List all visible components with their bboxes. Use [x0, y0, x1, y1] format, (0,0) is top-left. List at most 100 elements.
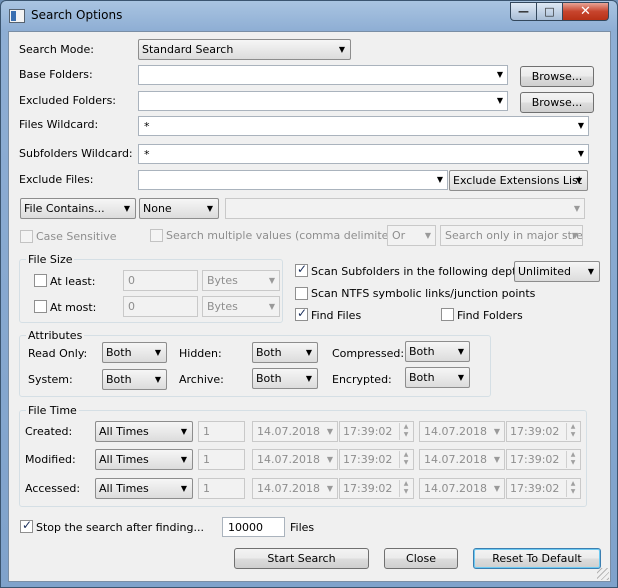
start-search-button[interactable]: Start Search: [234, 548, 369, 569]
spinner-arrows-icon[interactable]: ▲ ▼: [399, 451, 412, 468]
case-sensitive-checkbox[interactable]: [20, 230, 33, 243]
window-title: Search Options: [31, 8, 123, 22]
chevron-down-icon: ▼: [180, 427, 187, 436]
chevron-down-icon: ▼: [154, 348, 161, 357]
reset-to-default-button[interactable]: Reset To Default: [473, 548, 601, 569]
time-mode-select[interactable]: All Times ▼: [95, 478, 193, 499]
hidden-select[interactable]: Both ▼: [252, 342, 318, 363]
spinner-arrows-icon[interactable]: ▲ ▼: [566, 451, 579, 468]
excluded-folders-input[interactable]: ▼: [138, 91, 508, 111]
content-type-value: None: [143, 202, 172, 215]
time-to-spinner[interactable]: 17:39:02 ▲ ▼: [506, 478, 581, 499]
chevron-down-icon[interactable]: ▼: [578, 149, 584, 158]
stop-after-checkbox[interactable]: ✓: [20, 518, 33, 533]
time-mode-value: All Times: [99, 482, 149, 495]
stop-after-count-input[interactable]: 10000: [222, 517, 285, 537]
date-from-picker[interactable]: 14.07.2018 ▼: [252, 478, 338, 499]
chevron-down-icon: ▼: [326, 427, 333, 436]
time-count-input[interactable]: 1: [198, 449, 245, 470]
spinner-arrows-icon[interactable]: ▲ ▼: [399, 423, 412, 440]
at-least-checkbox[interactable]: [34, 274, 47, 287]
browse-base-folders-label: Browse...: [531, 70, 583, 83]
multiple-values-checkbox[interactable]: [150, 229, 163, 242]
content-value-input[interactable]: ▼: [225, 198, 585, 219]
chevron-down-icon: ▼: [338, 45, 345, 54]
files-wildcard-input[interactable]: * ▼: [138, 116, 589, 136]
time-from-spinner[interactable]: 17:39:02 ▲ ▼: [339, 478, 414, 499]
depth-select[interactable]: Unlimited ▼: [514, 261, 600, 282]
scan-subfolders-checkbox[interactable]: ✓: [295, 262, 308, 277]
spinner-arrows-icon[interactable]: ▲ ▼: [566, 480, 579, 497]
scan-ntfs-checkbox[interactable]: [295, 287, 308, 300]
time-mode-select[interactable]: All Times ▼: [95, 449, 193, 470]
files-unit-label: Files: [290, 521, 315, 534]
browse-excluded-folders-button[interactable]: Browse...: [520, 92, 594, 113]
file-contains-select[interactable]: File Contains... ▼: [20, 198, 136, 219]
at-most-unit-select[interactable]: Bytes ▼: [202, 296, 280, 317]
hidden-value: Both: [256, 346, 282, 359]
find-folders-checkbox[interactable]: [441, 308, 454, 321]
encrypted-select[interactable]: Both ▼: [405, 367, 470, 388]
subfolders-wildcard-input[interactable]: * ▼: [138, 144, 589, 164]
stream-select[interactable]: Search only in major stre ▼: [440, 225, 583, 246]
date-from-value: 14.07.2018: [257, 453, 320, 466]
maximize-button[interactable]: □: [536, 2, 563, 21]
at-most-checkbox[interactable]: [34, 300, 47, 313]
exclude-files-input[interactable]: ▼: [138, 170, 448, 190]
close-window-button[interactable]: ✕: [562, 2, 609, 21]
time-count-value: 1: [203, 425, 210, 438]
chevron-down-icon[interactable]: ▼: [497, 96, 503, 105]
chevron-down-icon: ▼: [587, 267, 594, 276]
title-bar[interactable]: Search Options — □ ✕: [1, 1, 617, 31]
search-mode-select[interactable]: Standard Search ▼: [138, 39, 351, 60]
time-to-value: 17:39:02: [510, 453, 560, 466]
spinner-arrows-icon[interactable]: ▲ ▼: [566, 423, 579, 440]
find-files-checkbox[interactable]: ✓: [295, 306, 308, 321]
chevron-down-icon: ▼: [154, 375, 161, 384]
time-mode-select[interactable]: All Times ▼: [95, 421, 193, 442]
read-only-label: Read Only:: [28, 347, 88, 360]
close-button[interactable]: Close: [384, 548, 458, 569]
browse-base-folders-button[interactable]: Browse...: [520, 66, 594, 87]
chevron-down-icon[interactable]: ▼: [497, 70, 503, 79]
date-from-picker[interactable]: 14.07.2018 ▼: [252, 421, 338, 442]
date-to-picker[interactable]: 14.07.2018 ▼: [419, 421, 505, 442]
logic-select[interactable]: Or ▼: [387, 225, 436, 246]
chevron-down-icon: ▼: [180, 455, 187, 464]
time-to-spinner[interactable]: 17:39:02 ▲ ▼: [506, 421, 581, 442]
compressed-select[interactable]: Both ▼: [405, 341, 470, 362]
chevron-down-icon[interactable]: ▼: [578, 121, 584, 130]
checkmark-icon: ✓: [297, 262, 308, 276]
at-least-input[interactable]: 0: [123, 270, 198, 291]
system-select[interactable]: Both ▼: [102, 369, 167, 390]
chevron-down-icon: ▼: [305, 348, 312, 357]
at-least-unit-select[interactable]: Bytes ▼: [202, 270, 280, 291]
date-to-picker[interactable]: 14.07.2018 ▼: [419, 478, 505, 499]
spinner-arrows-icon[interactable]: ▲ ▼: [399, 480, 412, 497]
chevron-down-icon[interactable]: ▼: [437, 175, 443, 184]
exclude-files-label: Exclude Files:: [19, 173, 94, 186]
time-from-value: 17:39:02: [343, 453, 393, 466]
minimize-button[interactable]: —: [510, 2, 537, 21]
time-from-spinner[interactable]: 17:39:02 ▲ ▼: [339, 421, 414, 442]
time-count-input[interactable]: 1: [198, 478, 245, 499]
reset-label: Reset To Default: [492, 552, 582, 565]
time-row-label: Modified:: [25, 453, 76, 466]
time-count-input[interactable]: 1: [198, 421, 245, 442]
compressed-label: Compressed:: [332, 347, 405, 360]
subfolders-wildcard-label: Subfolders Wildcard:: [19, 147, 133, 160]
date-from-value: 14.07.2018: [257, 425, 320, 438]
time-to-spinner[interactable]: 17:39:02 ▲ ▼: [506, 449, 581, 470]
resize-grip-icon[interactable]: [597, 568, 609, 580]
read-only-select[interactable]: Both ▼: [102, 342, 167, 363]
system-label: System:: [28, 373, 73, 386]
content-type-select[interactable]: None ▼: [139, 198, 219, 219]
archive-select[interactable]: Both ▼: [252, 368, 318, 389]
exclude-mode-select[interactable]: Exclude Extensions List ▼: [449, 170, 588, 191]
date-from-picker[interactable]: 14.07.2018 ▼: [252, 449, 338, 470]
at-most-input[interactable]: 0: [123, 296, 198, 317]
base-folders-input[interactable]: ▼: [138, 65, 508, 85]
chevron-down-icon: ▼: [573, 204, 580, 213]
time-from-spinner[interactable]: 17:39:02 ▲ ▼: [339, 449, 414, 470]
date-to-picker[interactable]: 14.07.2018 ▼: [419, 449, 505, 470]
